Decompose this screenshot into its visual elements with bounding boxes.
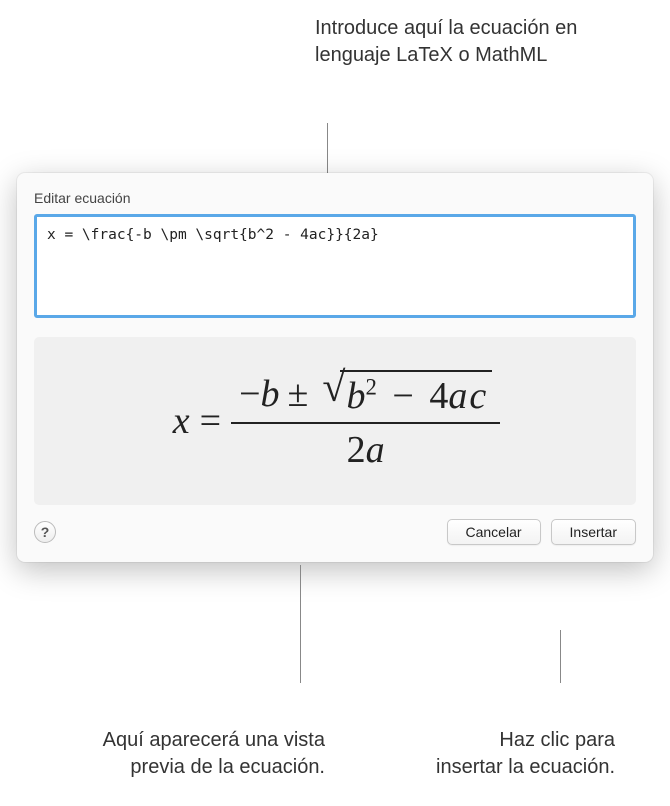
eq-radicand: b2 − 4ac xyxy=(340,370,492,418)
eq-a: a xyxy=(448,375,467,417)
callout-line xyxy=(327,123,328,173)
eq-denominator: 2a xyxy=(347,424,385,472)
callout-preview: Aquí aparecerá una vista previa de la ec… xyxy=(95,727,325,781)
eq-sup2: 2 xyxy=(365,374,376,399)
eq-pm: ± xyxy=(288,372,309,416)
dialog-title: Editar ecuación xyxy=(34,190,636,206)
help-button[interactable]: ? xyxy=(34,521,56,543)
eq-fraction: − b ± √ b2 − 4ac 2a xyxy=(231,370,500,472)
callout-line xyxy=(560,630,561,683)
eq-numerator: − b ± √ b2 − 4ac xyxy=(231,370,500,424)
eq-a2: a xyxy=(366,429,385,471)
dialog-button-row: ? Cancelar Insertar xyxy=(34,519,636,545)
edit-equation-dialog: Editar ecuación x = − b ± √ b2 − 4ac xyxy=(17,173,653,562)
callout-input: Introduce aquí la ecuación en lenguaje L… xyxy=(315,15,635,69)
equation-input[interactable] xyxy=(34,214,636,318)
cancel-button[interactable]: Cancelar xyxy=(447,519,541,545)
eq-x: x xyxy=(173,399,190,443)
eq-four: 4 xyxy=(429,375,448,417)
eq-b: b xyxy=(261,372,280,416)
eq-b2: b xyxy=(346,375,365,417)
callout-line xyxy=(300,565,301,683)
insert-button[interactable]: Insertar xyxy=(551,519,636,545)
eq-minus2: − xyxy=(392,375,413,417)
rendered-equation: x = − b ± √ b2 − 4ac xyxy=(170,370,500,472)
eq-minus: − xyxy=(239,372,260,416)
eq-equals: = xyxy=(200,399,221,443)
eq-c: c xyxy=(469,375,486,417)
eq-two: 2 xyxy=(347,429,366,471)
equation-preview: x = − b ± √ b2 − 4ac xyxy=(34,337,636,505)
callout-insert: Haz clic para insertar la ecuación. xyxy=(435,727,615,781)
eq-sqrt: √ b2 − 4ac xyxy=(322,370,492,418)
